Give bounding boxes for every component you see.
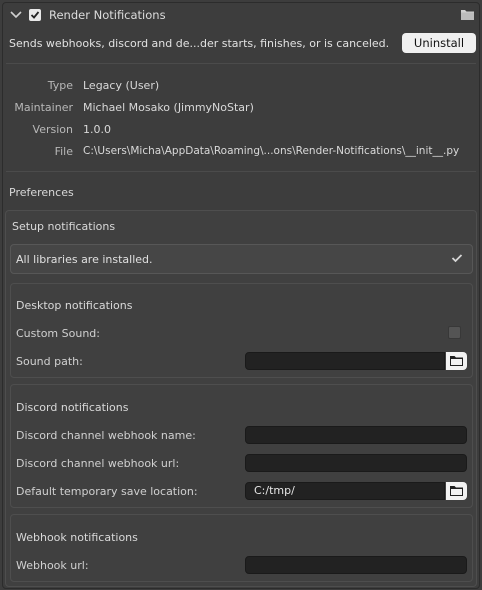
discord-webhook-name-label: Discord channel webhook name: [16, 429, 196, 442]
discord-notifications-title: Discord notifications [16, 401, 129, 414]
save-location-label: Default temporary save location: [16, 485, 198, 498]
folder-icon[interactable] [460, 8, 475, 21]
webhook-url-label: Webhook url: [16, 559, 89, 572]
sound-path-label: Sound path: [16, 355, 83, 368]
save-location-field[interactable]: C:/tmp/ [245, 482, 445, 500]
sound-path-field[interactable] [245, 352, 445, 370]
discord-webhook-name-field[interactable] [245, 426, 467, 444]
uninstall-button[interactable]: Uninstall [402, 33, 476, 53]
libraries-status-text: All libraries are installed. [16, 253, 153, 266]
custom-sound-checkbox[interactable] [448, 326, 461, 339]
info-type-value: Legacy (User) [83, 79, 160, 92]
folder-icon [450, 486, 463, 496]
webhook-notifications-title: Webhook notifications [16, 531, 138, 544]
discord-webhook-url-label: Discord channel webhook url: [16, 457, 180, 470]
info-type-label: Type [47, 79, 73, 92]
divider [6, 171, 476, 172]
info-maintainer-label: Maintainer [14, 101, 73, 114]
setup-title: Setup notifications [12, 220, 116, 233]
webhook-url-field[interactable] [245, 556, 467, 574]
sound-path-browse-button[interactable] [446, 352, 467, 370]
chevron-down-icon[interactable] [9, 9, 23, 21]
discord-webhook-url-field[interactable] [245, 454, 467, 472]
divider [6, 63, 476, 64]
info-version-label: Version [32, 123, 73, 136]
preferences-heading: Preferences [9, 186, 74, 199]
info-file-label: File [54, 145, 73, 158]
info-file-value: C:\Users\Micha\AppData\Roaming\...ons\Re… [83, 145, 460, 157]
info-maintainer-value: Michael Mosako (JimmyNoStar) [83, 101, 254, 114]
checkmark-icon [30, 11, 40, 19]
checkmark-icon [451, 254, 463, 263]
folder-icon [450, 356, 463, 366]
addon-description: Sends webhooks, discord and de...der sta… [9, 37, 390, 50]
enabled-checkbox[interactable] [29, 9, 41, 21]
desktop-notifications-title: Desktop notifications [16, 299, 133, 312]
custom-sound-label: Custom Sound: [16, 327, 100, 340]
addon-title: Render Notifications [49, 8, 166, 22]
info-version-value: 1.0.0 [83, 123, 111, 136]
save-location-browse-button[interactable] [446, 482, 467, 500]
